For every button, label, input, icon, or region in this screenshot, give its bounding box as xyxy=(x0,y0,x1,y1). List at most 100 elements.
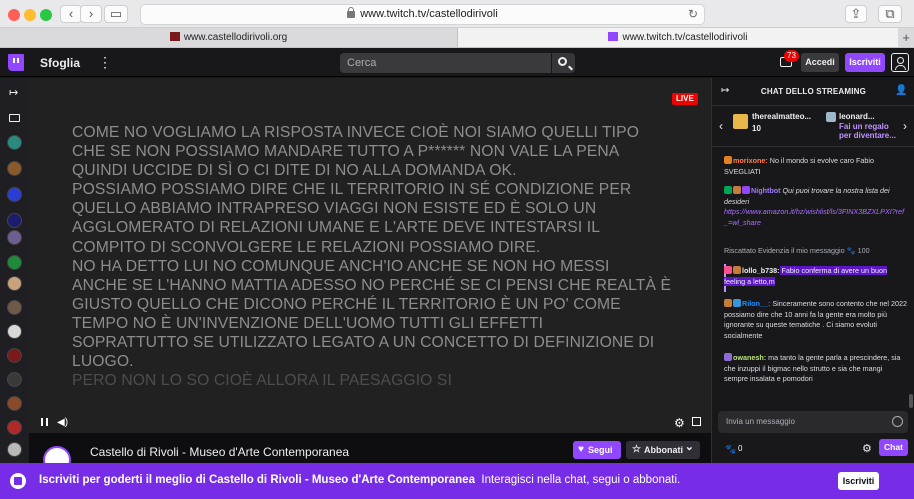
login-button[interactable]: Accedi xyxy=(801,53,839,72)
video-camera-icon xyxy=(9,114,20,122)
fullscreen-icon[interactable] xyxy=(692,417,701,426)
channel-avatar[interactable] xyxy=(7,348,22,363)
search-input[interactable]: Cerca xyxy=(340,53,551,73)
channel-avatar[interactable] xyxy=(7,276,22,291)
caption-line-fading: PERO NON LO SO CIOÈ ALLORA IL PAESAGGIO … xyxy=(72,372,452,390)
forward-button[interactable]: › xyxy=(80,5,102,23)
chat-username[interactable]: Rilon__: xyxy=(742,299,770,308)
notification-badge: 73 xyxy=(784,50,799,62)
followed-channels-sidebar: ↦ xyxy=(0,78,29,463)
address-bar[interactable]: www.twitch.tv/castellodirivoli ↻ xyxy=(140,4,705,25)
chat-username[interactable]: owanesh: xyxy=(733,353,766,362)
caption-line: NO HA DETTO LUI NO COMUNQUE ANCH'IO ANCH… xyxy=(72,257,610,275)
back-button[interactable]: ‹ xyxy=(60,5,82,23)
gifter-name[interactable]: leonard... xyxy=(839,112,875,121)
channel-avatar[interactable] xyxy=(7,213,22,228)
banner-signup-button[interactable]: Iscriviti xyxy=(838,472,879,490)
chat-username[interactable]: morixone: xyxy=(733,156,768,165)
signup-button[interactable]: Iscriviti xyxy=(845,53,885,72)
wishlist-link[interactable]: https://www.amazon.it/hz/wishlist/ls/3FI… xyxy=(724,207,904,227)
chat-scrollbar[interactable] xyxy=(909,394,913,408)
browser-tab-twitch[interactable]: www.twitch.tv/castellodirivoli xyxy=(458,28,898,47)
castello-favicon-icon xyxy=(169,32,180,41)
caption-line: COME NO VOGLIAMO LA RISPOSTA INVECE CIOÈ… xyxy=(72,124,640,141)
chat-header: ↦ CHAT DELLO STREAMING 👤 xyxy=(712,78,914,106)
lock-icon xyxy=(347,7,356,18)
caption-line: LUOGO. xyxy=(72,353,134,371)
tabs-overview-button[interactable]: ⧉ xyxy=(878,5,902,23)
follow-button[interactable]: Segui xyxy=(573,441,621,459)
gift-icon xyxy=(733,114,748,129)
settings-gear-icon[interactable]: ⚙ xyxy=(674,416,685,430)
user-menu-icon[interactable] xyxy=(891,53,909,72)
caption-line: TEMPO NO È UN'INVENZIONE DELL'UOMO TUTTI… xyxy=(72,314,544,332)
channel-avatar[interactable] xyxy=(7,442,22,457)
twitch-top-nav: Sfoglia ⋮ Cerca xyxy=(0,48,914,77)
channel-points-icon[interactable]: 🐾 xyxy=(725,444,736,455)
video-player[interactable]: COME NO VOGLIAMO LA RISPOSTA INVECE CIOÈ… xyxy=(29,78,711,433)
moderator-badge-icon xyxy=(742,186,750,194)
browser-tab-castello[interactable]: www.castellodirivoli.org xyxy=(0,28,458,47)
expand-sidebar-icon[interactable]: ↦ xyxy=(9,86,18,99)
stream-chat: ↦ CHAT DELLO STREAMING 👤 ‹ therealmatteo… xyxy=(711,78,914,463)
reload-icon[interactable]: ↻ xyxy=(688,5,698,24)
channel-avatar[interactable] xyxy=(7,135,22,150)
channel-avatar[interactable] xyxy=(7,396,22,411)
chat-username[interactable]: Nightbot xyxy=(751,186,781,195)
search-icon xyxy=(558,57,567,66)
twitch-logo-icon[interactable] xyxy=(8,54,24,71)
channel-avatar[interactable] xyxy=(7,420,22,435)
more-options-icon[interactable]: ⋮ xyxy=(98,54,112,71)
channel-info-bar: Castello di Rivoli - Museo d'Arte Contem… xyxy=(29,433,711,474)
browser-tab-bar: www.castellodirivoli.org www.twitch.tv/c… xyxy=(0,28,914,48)
pause-icon[interactable] xyxy=(41,418,48,426)
channel-points-count: 0 xyxy=(738,444,743,453)
caption-line: CHE SE NON POSSIAMO MANDARE TUTTO A P***… xyxy=(72,143,620,161)
close-window-button[interactable] xyxy=(8,9,20,21)
chat-settings-gear-icon[interactable]: ⚙ xyxy=(862,442,872,455)
share-button[interactable]: ⇪ xyxy=(845,5,867,23)
search-button[interactable] xyxy=(552,53,575,73)
user-badge-icon xyxy=(724,156,732,164)
caption-line: QUELLO ABBIAMO INTRAPRESO VIAGGI NON ESI… xyxy=(72,200,597,218)
signup-banner: Iscriviti per goderti il meglio di Caste… xyxy=(0,463,914,499)
chat-username[interactable]: lollo_b738: xyxy=(742,266,780,275)
caption-line: SOPRATTUTTO SE UTILIZZATO LEGATO A UN CO… xyxy=(72,334,655,352)
verified-badge-icon xyxy=(724,186,732,194)
emote-picker-icon[interactable] xyxy=(892,416,903,427)
url-text: www.twitch.tv/castellodirivoli xyxy=(360,8,498,20)
chevron-left-icon[interactable]: ‹ xyxy=(719,119,723,133)
community-icon[interactable]: 👤 xyxy=(895,85,907,96)
live-badge: LIVE xyxy=(672,93,698,105)
gift-leaderboard: ‹ therealmatteo... 10 leonard... Fai un … xyxy=(712,106,914,147)
chat-message: morixone: No il mondo si evolve caro Fab… xyxy=(724,156,908,177)
channel-avatar[interactable] xyxy=(7,324,22,339)
chat-send-button[interactable]: Chat xyxy=(879,439,908,456)
channel-avatar[interactable] xyxy=(7,187,22,202)
chat-message-highlighted: lollo_b738: Fabio conferma di avere un b… xyxy=(724,266,908,287)
gift-cta-link[interactable]: Fai un regalo per diventare... xyxy=(839,122,901,140)
user-badge-icon xyxy=(733,186,741,194)
new-tab-button[interactable]: + xyxy=(902,28,910,47)
chat-message-input[interactable]: Invia un messaggio xyxy=(718,411,908,433)
chevron-right-icon[interactable]: › xyxy=(903,119,907,133)
channel-avatar[interactable] xyxy=(7,230,22,245)
sidebar-toggle-button[interactable]: ▭ xyxy=(104,5,128,23)
channel-avatar[interactable] xyxy=(7,372,22,387)
gifter-name[interactable]: therealmatteo... xyxy=(752,112,811,121)
channel-avatar[interactable] xyxy=(7,300,22,315)
paw-icon: 🐾 xyxy=(846,246,856,255)
live-captions: COME NO VOGLIAMO LA RISPOSTA INVECE CIOÈ… xyxy=(72,123,692,390)
heart-badge-icon xyxy=(724,266,732,274)
minimize-window-button[interactable] xyxy=(24,9,36,21)
channel-avatar[interactable] xyxy=(7,255,22,270)
gift-count: 10 xyxy=(752,124,761,133)
volume-icon[interactable]: ◀) xyxy=(57,417,68,428)
channel-avatar[interactable] xyxy=(7,161,22,176)
chat-message: Rilon__: Sinceramente sono contento che … xyxy=(724,299,908,341)
subscribe-button[interactable]: Abbonati xyxy=(626,438,700,459)
zoom-window-button[interactable] xyxy=(40,9,52,21)
caption-line: ANCHE SE L'HANNO MATTIA ADESSO NO PERCHÉ… xyxy=(72,276,672,294)
browse-link[interactable]: Sfoglia xyxy=(40,56,80,70)
channel-title[interactable]: Castello di Rivoli - Museo d'Arte Contem… xyxy=(90,445,349,459)
